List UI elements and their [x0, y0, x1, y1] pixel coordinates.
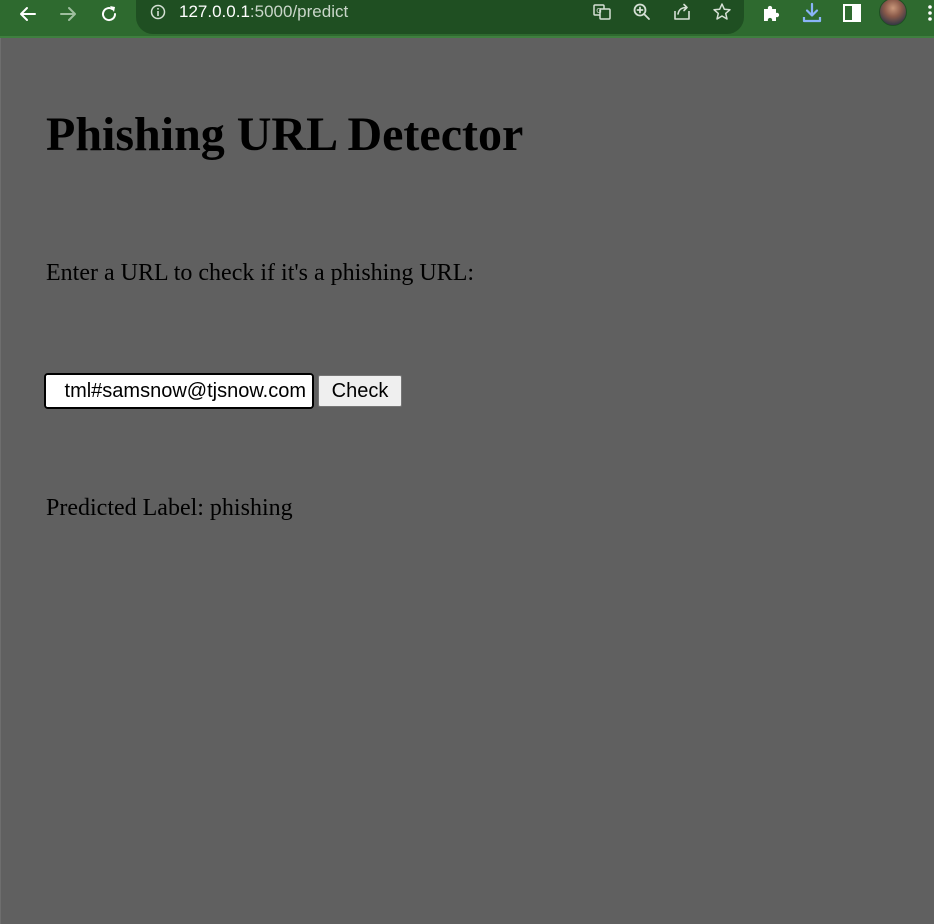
- side-panel-icon[interactable]: [841, 2, 863, 24]
- url-host: 127.0.0.1: [179, 2, 250, 21]
- download-icon[interactable]: [801, 2, 823, 24]
- arrow-left-icon: [20, 7, 36, 21]
- back-button[interactable]: [14, 0, 42, 28]
- kebab-menu-icon[interactable]: [926, 4, 934, 22]
- info-icon[interactable]: [150, 4, 166, 20]
- avatar[interactable]: [879, 0, 907, 26]
- prediction-result: Predicted Label: phishing: [46, 495, 293, 521]
- puzzle-icon[interactable]: [761, 2, 783, 24]
- reload-icon: [102, 6, 117, 22]
- browser-toolbar: 127.0.0.1:5000/predict G: [0, 0, 934, 38]
- page-content: Phishing URL Detector Enter a URL to che…: [0, 38, 934, 924]
- url-path: :5000/predict: [249, 2, 349, 21]
- url-input[interactable]: [44, 373, 314, 409]
- zoom-in-icon[interactable]: [632, 2, 652, 22]
- share-icon[interactable]: [672, 2, 692, 22]
- instructions-text: Enter a URL to check if it's a phishing …: [46, 260, 475, 286]
- svg-text:G: G: [596, 7, 601, 15]
- translate-icon[interactable]: G: [592, 2, 612, 22]
- address-bar[interactable]: 127.0.0.1:5000/predict G: [136, 0, 744, 34]
- arrow-right-icon: [60, 7, 76, 21]
- forward-button[interactable]: [54, 0, 82, 28]
- star-icon[interactable]: [712, 2, 732, 22]
- reload-button[interactable]: [95, 0, 123, 28]
- page-title: Phishing URL Detector: [46, 108, 524, 161]
- check-button[interactable]: Check: [318, 375, 402, 407]
- url-text[interactable]: 127.0.0.1:5000/predict: [179, 1, 348, 23]
